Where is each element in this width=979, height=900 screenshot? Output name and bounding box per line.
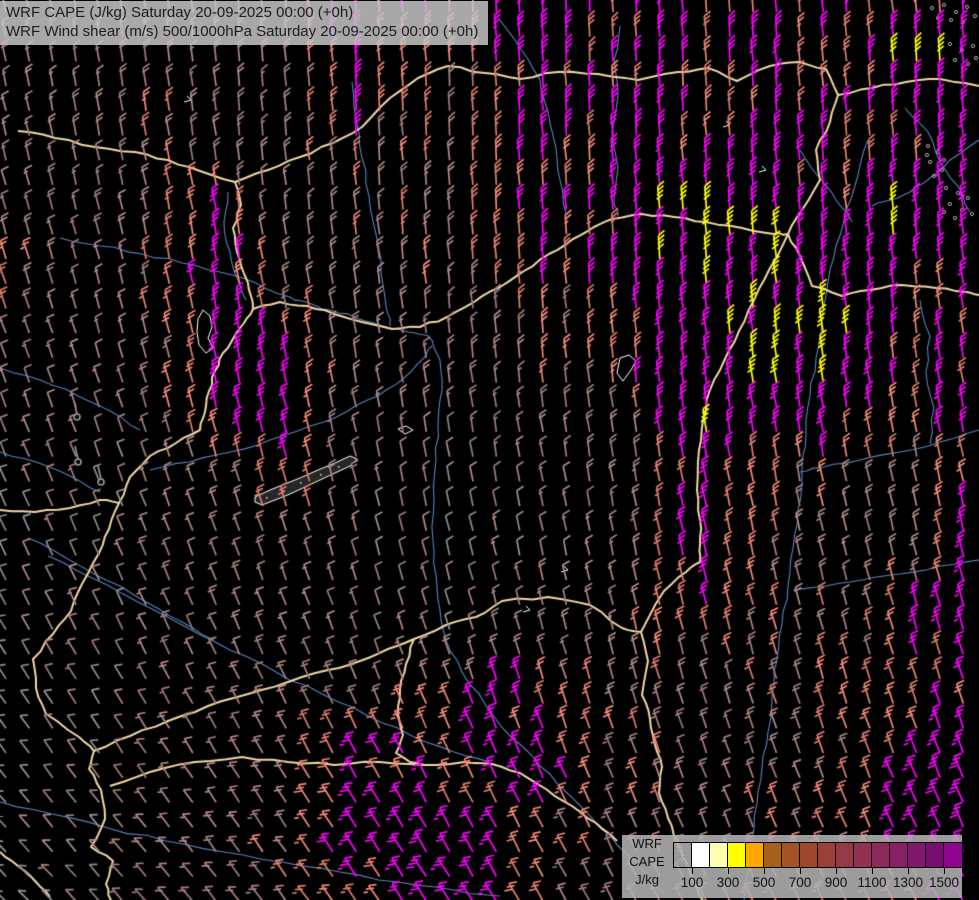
cape-color-cell	[854, 843, 872, 867]
colorbar-tick-label: 1100	[857, 875, 887, 890]
cape-color-cell	[710, 843, 728, 867]
colorbar-tick	[800, 868, 801, 874]
legend-side-labels: WRF CAPE J/kg	[622, 835, 672, 898]
legend-label-model: WRF	[632, 836, 662, 851]
cape-color-cell	[764, 843, 782, 867]
weather-map-page: WRF CAPE (J/kg) Saturday 20-09-2025 00:0…	[0, 0, 979, 900]
colorbar-tick-label: 700	[788, 875, 812, 890]
title-line-2: WRF Wind shear (m/s) 500/1000hPa Saturda…	[6, 23, 479, 40]
colorbar-tick	[764, 868, 765, 874]
cape-color-cell	[908, 843, 926, 867]
cape-color-cell	[818, 843, 836, 867]
cape-color-cell	[890, 843, 908, 867]
cape-color-cell	[800, 843, 818, 867]
colorbar-tick-label: 300	[716, 875, 740, 890]
cape-colorbar	[673, 842, 963, 868]
cape-color-cell	[692, 843, 710, 867]
title-overlay: WRF CAPE (J/kg) Saturday 20-09-2025 00:0…	[0, 1, 489, 45]
colorbar-tick	[836, 868, 837, 874]
colorbar-tick-label: 100	[680, 875, 704, 890]
colorbar-tick	[908, 868, 909, 874]
cape-color-cell	[926, 843, 944, 867]
colorbar-tick	[944, 868, 945, 874]
title-line-1: WRF CAPE (J/kg) Saturday 20-09-2025 00:0…	[6, 4, 354, 21]
legend-label-variable: CAPE	[629, 854, 665, 869]
colorbar-tick	[692, 868, 693, 874]
colorbar-tick-label: 1300	[892, 875, 924, 890]
cape-color-cell	[746, 843, 764, 867]
weather-map-canvas	[0, 0, 979, 900]
colorbar-tick-label: 500	[752, 875, 776, 890]
colorbar-tick-label: 1500	[928, 875, 960, 890]
cape-color-cell	[872, 843, 890, 867]
cape-color-cell	[674, 843, 692, 867]
colorbar-tick-label: 900	[824, 875, 848, 890]
legend-panel: WRF CAPE J/kg 100 300 500 700 900 1100 1300 150…	[622, 835, 963, 898]
colorbar-tick	[728, 868, 729, 874]
cape-color-cell	[782, 843, 800, 867]
colorbar-tick	[872, 868, 873, 874]
cape-color-cell	[836, 843, 854, 867]
cape-color-cell	[944, 843, 962, 867]
legend-label-unit: J/kg	[635, 872, 659, 887]
cape-color-cell	[728, 843, 746, 867]
